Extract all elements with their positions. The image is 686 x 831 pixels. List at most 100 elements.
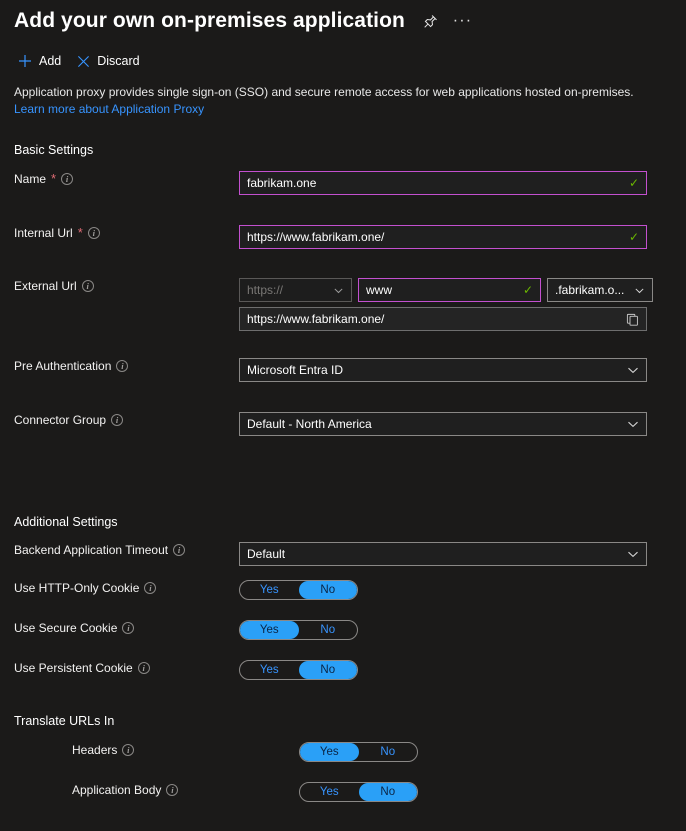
pre-authentication-label: Pre Authentication i — [0, 358, 239, 374]
external-url-label-text: External Url — [14, 278, 77, 294]
translate-urls-heading: Translate URLs In — [0, 714, 114, 728]
secure-cookie-no[interactable]: No — [299, 621, 358, 639]
internal-url-required-mark: * — [78, 228, 83, 238]
external-url-scheme-value: https:// — [247, 283, 283, 297]
field-row-persistent-cookie: Use Persistent Cookie i Yes No — [0, 660, 686, 680]
add-button-label: Add — [39, 54, 61, 68]
external-url-preview-field: https://www.fabrikam.one/ — [239, 307, 647, 331]
chevron-down-icon — [627, 548, 639, 560]
internal-url-label-text: Internal Url — [14, 225, 73, 241]
copy-icon[interactable] — [626, 313, 639, 326]
connector-group-label: Connector Group i — [0, 412, 239, 428]
http-only-cookie-label: Use HTTP-Only Cookie i — [0, 580, 239, 596]
translate-app-body-info-icon[interactable]: i — [166, 784, 178, 796]
ellipsis-icon[interactable]: ··· — [453, 12, 472, 31]
translate-headers-info-icon[interactable]: i — [122, 744, 134, 756]
name-info-icon[interactable]: i — [61, 173, 73, 185]
description-body: Application proxy provides single sign-o… — [14, 85, 634, 99]
name-required-mark: * — [51, 174, 56, 184]
persistent-cookie-yes[interactable]: Yes — [240, 661, 299, 679]
persistent-cookie-label-text: Use Persistent Cookie — [14, 660, 133, 676]
secure-cookie-yes[interactable]: Yes — [240, 621, 299, 639]
external-url-suffix-select[interactable]: .fabrikam.o... — [547, 278, 653, 302]
external-url-preview-value: https://www.fabrikam.one/ — [247, 312, 384, 326]
external-url-info-icon[interactable]: i — [82, 280, 94, 292]
field-row-http-only-cookie: Use HTTP-Only Cookie i Yes No — [0, 580, 686, 600]
title-actions: ··· — [421, 12, 472, 31]
backend-timeout-info-icon[interactable]: i — [173, 544, 185, 556]
external-url-label: External Url i — [0, 278, 239, 294]
chevron-down-icon — [333, 285, 344, 296]
field-row-connector-group: Connector Group i Default - North Americ… — [0, 412, 686, 436]
discard-button[interactable]: Discard — [77, 54, 139, 68]
chevron-down-icon — [627, 364, 639, 376]
field-row-external-url: External Url i https:// www ✓ .fabrikam.… — [0, 278, 686, 302]
pre-authentication-value: Microsoft Entra ID — [247, 363, 343, 377]
basic-settings-heading: Basic Settings — [0, 143, 93, 157]
translate-headers-toggle[interactable]: Yes No — [299, 742, 418, 762]
name-label-text: Name — [14, 171, 46, 187]
external-url-host-valid-icon: ✓ — [523, 284, 533, 296]
field-row-secure-cookie: Use Secure Cookie i Yes No — [0, 620, 686, 640]
field-row-pre-authentication: Pre Authentication i Microsoft Entra ID — [0, 358, 686, 382]
http-only-cookie-label-text: Use HTTP-Only Cookie — [14, 580, 139, 596]
translate-app-body-toggle[interactable]: Yes No — [299, 782, 418, 802]
external-url-suffix-value: .fabrikam.o... — [555, 283, 624, 297]
external-url-host-value: www — [366, 283, 392, 297]
persistent-cookie-toggle[interactable]: Yes No — [239, 660, 358, 680]
chevron-down-icon — [634, 285, 645, 296]
field-row-backend-timeout: Backend Application Timeout i Default — [0, 542, 686, 566]
translate-app-body-yes[interactable]: Yes — [300, 783, 359, 801]
command-bar: Add Discard — [0, 36, 686, 68]
http-only-cookie-info-icon[interactable]: i — [144, 582, 156, 594]
http-only-cookie-yes[interactable]: Yes — [240, 581, 299, 599]
backend-timeout-label-text: Backend Application Timeout — [14, 542, 168, 558]
translate-headers-no[interactable]: No — [359, 743, 418, 761]
name-input[interactable]: fabrikam.one ✓ — [239, 171, 647, 195]
description-text: Application proxy provides single sign-o… — [0, 68, 660, 118]
secure-cookie-toggle[interactable]: Yes No — [239, 620, 358, 640]
persistent-cookie-no[interactable]: No — [299, 661, 358, 679]
internal-url-valid-icon: ✓ — [629, 231, 639, 243]
plus-icon — [18, 54, 32, 68]
add-button[interactable]: Add — [18, 54, 61, 68]
pre-authentication-info-icon[interactable]: i — [116, 360, 128, 372]
backend-timeout-select[interactable]: Default — [239, 542, 647, 566]
additional-settings-heading: Additional Settings — [0, 515, 118, 529]
internal-url-info-icon[interactable]: i — [88, 227, 100, 239]
connector-group-info-icon[interactable]: i — [111, 414, 123, 426]
field-row-translate-headers: Headers i Yes No — [0, 742, 686, 762]
connector-group-select[interactable]: Default - North America — [239, 412, 647, 436]
connector-group-value: Default - North America — [247, 417, 372, 431]
persistent-cookie-label: Use Persistent Cookie i — [0, 660, 239, 676]
field-row-external-url-preview: https://www.fabrikam.one/ — [0, 307, 686, 331]
external-url-scheme-select[interactable]: https:// — [239, 278, 352, 302]
pin-icon[interactable] — [421, 12, 440, 31]
translate-headers-label: Headers i — [0, 742, 299, 758]
connector-group-label-text: Connector Group — [14, 412, 106, 428]
backend-timeout-value: Default — [247, 547, 285, 561]
name-input-value: fabrikam.one — [247, 176, 316, 190]
pre-authentication-select[interactable]: Microsoft Entra ID — [239, 358, 647, 382]
learn-more-link[interactable]: Learn more about Application Proxy — [14, 102, 204, 116]
translate-headers-label-text: Headers — [72, 742, 117, 758]
persistent-cookie-info-icon[interactable]: i — [138, 662, 150, 674]
external-url-host-input[interactable]: www ✓ — [358, 278, 541, 302]
http-only-cookie-toggle[interactable]: Yes No — [239, 580, 358, 600]
secure-cookie-info-icon[interactable]: i — [122, 622, 134, 634]
backend-timeout-label: Backend Application Timeout i — [0, 542, 239, 558]
name-label: Name * i — [0, 171, 239, 187]
translate-app-body-no[interactable]: No — [359, 783, 418, 801]
field-row-internal-url: Internal Url * i https://www.fabrikam.on… — [0, 225, 686, 249]
discard-button-label: Discard — [97, 54, 139, 68]
secure-cookie-label-text: Use Secure Cookie — [14, 620, 117, 636]
translate-headers-yes[interactable]: Yes — [300, 743, 359, 761]
field-row-translate-app-body: Application Body i Yes No — [0, 782, 686, 802]
add-on-premises-application-blade: Add your own on-premises application ···… — [0, 0, 686, 831]
http-only-cookie-no[interactable]: No — [299, 581, 358, 599]
name-valid-icon: ✓ — [629, 177, 639, 189]
secure-cookie-label: Use Secure Cookie i — [0, 620, 239, 636]
internal-url-input[interactable]: https://www.fabrikam.one/ ✓ — [239, 225, 647, 249]
internal-url-input-value: https://www.fabrikam.one/ — [247, 230, 384, 244]
blade-header: Add your own on-premises application ··· — [0, 0, 686, 36]
